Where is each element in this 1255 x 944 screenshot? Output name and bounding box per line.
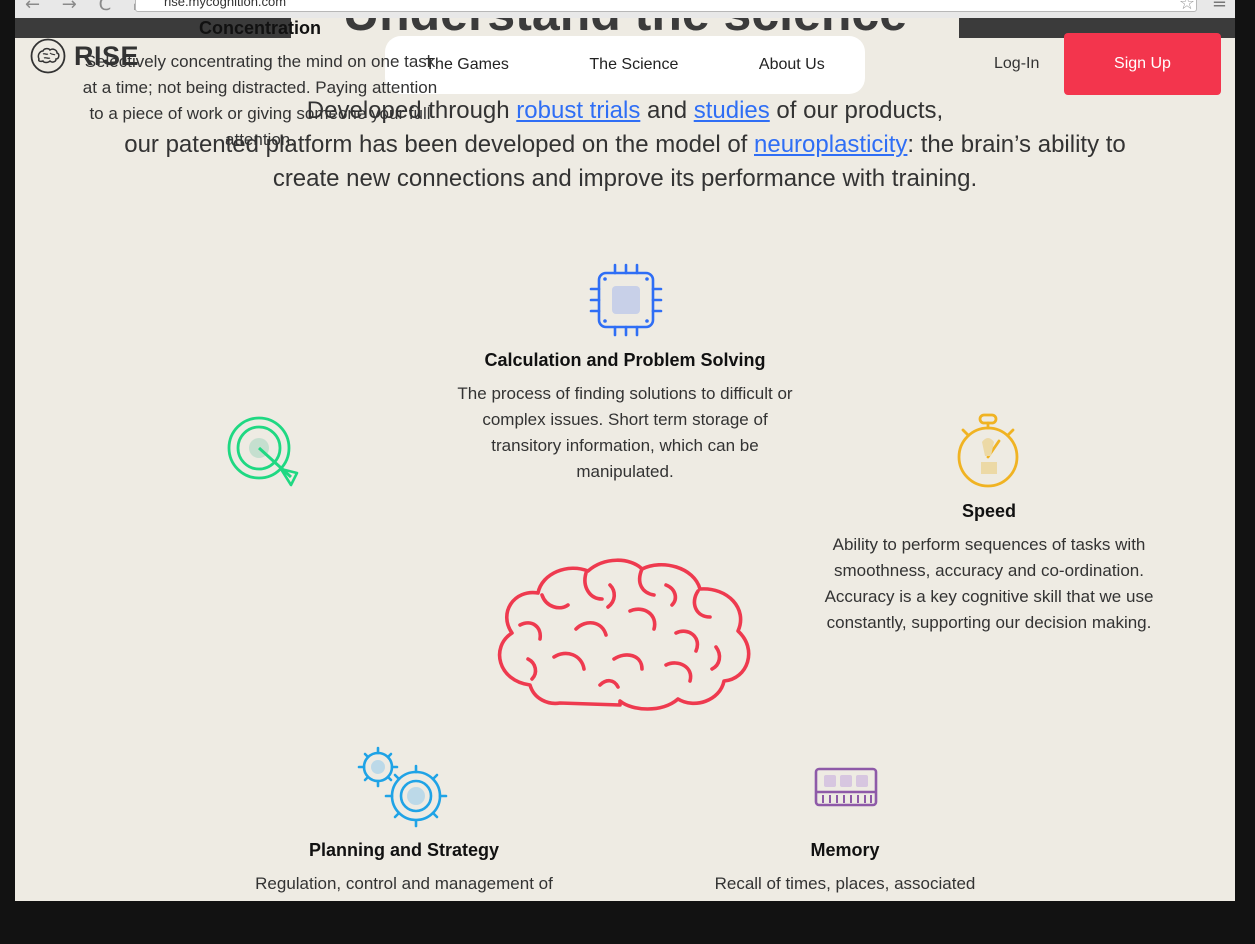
feature-title: Memory xyxy=(810,840,880,860)
feature-description: Recall of times, places, associated xyxy=(714,874,976,893)
feature-title: Calculation and Problem Solving xyxy=(484,350,766,370)
main-nav: The Games The Science About Us xyxy=(385,36,865,94)
brain-logo-icon xyxy=(30,38,66,74)
neuroplasticity-link[interactable]: neuroplasticity xyxy=(754,131,907,158)
intro-text: and xyxy=(640,97,694,124)
feature-title: Planning and Strategy xyxy=(308,840,500,860)
feature-memory: Memory Recall of times, places, associat… xyxy=(675,840,1015,897)
login-link[interactable]: Log-In xyxy=(994,55,1039,73)
browser-nav-icons[interactable]: ← → C ⌂ xyxy=(25,0,152,15)
feature-description: The process of finding solutions to diff… xyxy=(457,384,793,481)
intro-text: : the brain’s ability to xyxy=(907,131,1126,158)
target-icon xyxy=(227,416,299,487)
nav-about-us[interactable]: About Us xyxy=(759,56,825,74)
feature-description: Ability to perform sequences of tasks wi… xyxy=(824,535,1154,632)
signup-button[interactable]: Sign Up xyxy=(1064,33,1221,95)
intro-text: create new connections and improve its p… xyxy=(272,165,978,192)
feature-description: Selectively concentrating the mind on on… xyxy=(82,52,438,149)
page-viewport: Understand the science RISE The Games Th… xyxy=(15,18,1235,901)
nav-the-science[interactable]: The Science xyxy=(589,56,678,74)
browser-chrome: ← → C ⌂ rise.mycognition.com ☆ ≡ xyxy=(15,0,1235,19)
studies-link[interactable]: studies xyxy=(694,97,770,124)
address-bar[interactable]: rise.mycognition.com xyxy=(135,0,1197,12)
gears-icon xyxy=(357,746,448,828)
feature-description: Regulation, control and management of xyxy=(255,874,553,893)
feature-title: Speed xyxy=(961,501,1017,521)
intro-text: of our products, xyxy=(769,97,944,124)
feature-title: Concentration xyxy=(198,18,321,38)
robust-trials-link[interactable]: robust trials xyxy=(516,97,640,124)
feature-speed: Speed Ability to perform sequences of ta… xyxy=(814,501,1164,636)
feature-calculation: Calculation and Problem Solving The proc… xyxy=(450,350,800,485)
browser-menu-icon[interactable]: ≡ xyxy=(1212,0,1227,13)
brain-icon xyxy=(497,558,751,711)
feature-concentration: Concentration Selectively concentrating … xyxy=(80,18,440,153)
memory-chip-icon xyxy=(814,767,878,807)
feature-planning: Planning and Strategy Regulation, contro… xyxy=(224,840,584,897)
chip-icon xyxy=(589,263,663,337)
bookmark-star-icon[interactable]: ☆ xyxy=(1179,0,1195,14)
stopwatch-icon xyxy=(957,413,1019,488)
